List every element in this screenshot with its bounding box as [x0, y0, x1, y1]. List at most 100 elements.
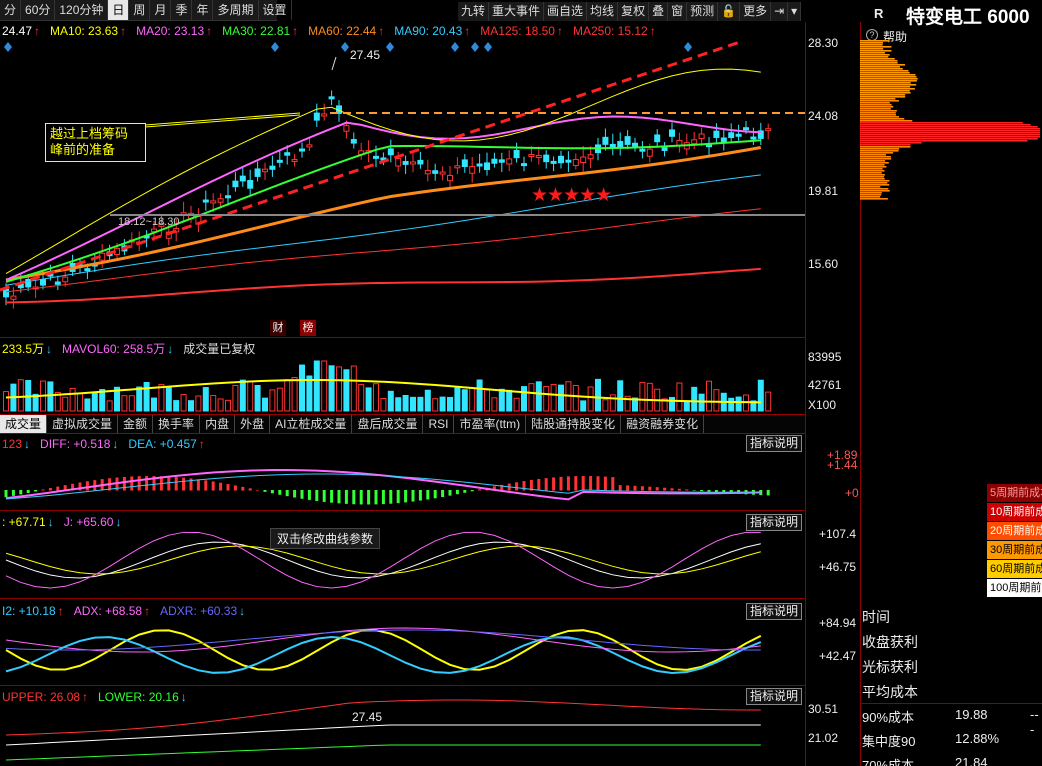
indicator-tab[interactable]: 成交量	[0, 415, 48, 433]
chip-bar	[860, 160, 886, 162]
trend-arrow-icon: ↓	[239, 604, 246, 618]
trend-arrow-icon: ↓	[115, 515, 122, 529]
macd-bar	[374, 490, 378, 505]
volume-bar	[151, 397, 157, 412]
period-button[interactable]: 设置	[259, 0, 292, 20]
pdi-line	[5, 629, 762, 671]
event-diamond-icon[interactable]	[484, 42, 492, 52]
tool-button[interactable]: 窗	[668, 2, 688, 21]
chip-bar	[860, 190, 890, 192]
indicator-tab[interactable]: 陆股通持股变化	[526, 415, 622, 433]
event-diamond-icon[interactable]	[471, 42, 479, 52]
macd-bar	[256, 489, 260, 491]
chip-bar	[860, 130, 1040, 132]
tool-button[interactable]: 重大事件	[489, 2, 545, 21]
tool-button[interactable]: 九转	[458, 2, 490, 21]
high-marker	[331, 56, 337, 71]
price-tick: 19.81	[808, 184, 839, 198]
dmi-help-button[interactable]: 指标说明	[746, 603, 802, 620]
chip-bar	[860, 76, 917, 78]
macd-bar	[270, 490, 274, 494]
macd-bar	[381, 490, 385, 505]
macd-bar	[196, 479, 200, 491]
tool-button[interactable]: 更多	[740, 2, 772, 21]
candle-body	[54, 281, 61, 285]
volume-bar	[143, 381, 150, 412]
trend-arrow-icon: ↓	[24, 437, 31, 451]
macd-bar	[596, 476, 600, 491]
event-diamond-icon[interactable]	[271, 42, 279, 52]
indicator-tab[interactable]: 盘后成交量	[352, 415, 424, 433]
cost-legend-item: 100周期前成本	[987, 579, 1042, 597]
period-button[interactable]: 分	[0, 0, 22, 20]
tool-button[interactable]: ▾	[788, 2, 802, 21]
indicator-tab[interactable]: 融资融券变化	[621, 415, 705, 433]
rank-badge[interactable]: 榜	[300, 320, 316, 336]
mdi-line	[5, 636, 762, 674]
indicator-tab[interactable]: AI立桩成交量	[270, 415, 353, 433]
volume-bar	[580, 400, 587, 412]
callout-note[interactable]: 越过上档筹码 峰前的准备	[45, 123, 146, 162]
period-button[interactable]: 月	[150, 0, 172, 20]
volume-bar	[232, 384, 239, 412]
macd-bar	[315, 490, 319, 501]
boll-help-button[interactable]: 指标说明	[746, 688, 802, 705]
period-button[interactable]: 60分	[21, 0, 56, 20]
indicator-tab[interactable]: 换手率	[153, 415, 201, 433]
chip-bar	[860, 116, 899, 118]
macd-bar	[130, 476, 134, 491]
period-button[interactable]: 多周期	[213, 0, 259, 20]
period-button[interactable]: 年	[192, 0, 214, 20]
tool-button[interactable]: 预测	[687, 2, 719, 21]
tool-button[interactable]: ⇥	[771, 2, 789, 21]
ma10-line	[5, 68, 761, 275]
candle-body	[587, 154, 594, 160]
macd-bar	[344, 490, 348, 504]
candle-body	[284, 152, 291, 156]
chip-bar	[860, 60, 898, 62]
event-diamond-icon[interactable]	[684, 42, 692, 52]
event-diamond-icon[interactable]	[4, 42, 12, 52]
macd-bar	[470, 490, 474, 492]
volume-bar	[535, 381, 542, 412]
tool-button[interactable]: 画自选	[544, 2, 588, 21]
macd-bar	[41, 489, 45, 491]
indicator-tab[interactable]: 虚拟成交量	[47, 415, 119, 433]
period-button[interactable]: 120分钟	[55, 0, 109, 20]
chip-distribution[interactable]	[860, 40, 1042, 340]
event-diamond-icon[interactable]	[386, 42, 394, 52]
period-button[interactable]: 季	[171, 0, 193, 20]
volume-bar	[395, 397, 402, 412]
period-button[interactable]: 日	[108, 0, 130, 20]
candle-body	[232, 180, 239, 188]
macd-bar	[441, 490, 445, 497]
tool-button[interactable]: 均线	[587, 2, 619, 21]
indicator-tab[interactable]: 内盘	[200, 415, 236, 433]
indicator-tab[interactable]: 金额	[118, 415, 154, 433]
cost-legend-item: 10周期前成本	[987, 503, 1042, 521]
tool-button[interactable]: 复权	[618, 2, 650, 21]
volume-bar	[765, 391, 772, 412]
indicator-tab[interactable]: RSI	[423, 415, 455, 433]
volume-bar	[239, 379, 246, 412]
period-button[interactable]: 周	[129, 0, 151, 20]
finance-badge[interactable]: 财	[270, 320, 286, 336]
volume-bar	[469, 387, 476, 412]
boll-upper	[5, 699, 761, 736]
boll-high-label: 27.45	[352, 710, 383, 724]
kdj-help-button[interactable]: 指标说明	[746, 514, 802, 531]
chip-bar	[860, 184, 890, 186]
tool-button[interactable]: 叠	[649, 2, 669, 21]
macd-bar	[204, 480, 208, 491]
chip-bar	[860, 104, 892, 106]
macd-help-button[interactable]: 指标说明	[746, 435, 802, 452]
tool-button[interactable]: 🔓	[718, 2, 741, 21]
chip-bar	[860, 198, 888, 200]
indicator-tab[interactable]: 外盘	[235, 415, 271, 433]
indicator-tab[interactable]: 市盈率(ttm)	[454, 415, 527, 433]
macd-bar	[300, 490, 304, 499]
volume-bar	[128, 395, 135, 412]
event-diamond-icon[interactable]	[341, 42, 349, 52]
volume-bar	[432, 398, 439, 412]
event-diamond-icon[interactable]	[451, 42, 459, 52]
